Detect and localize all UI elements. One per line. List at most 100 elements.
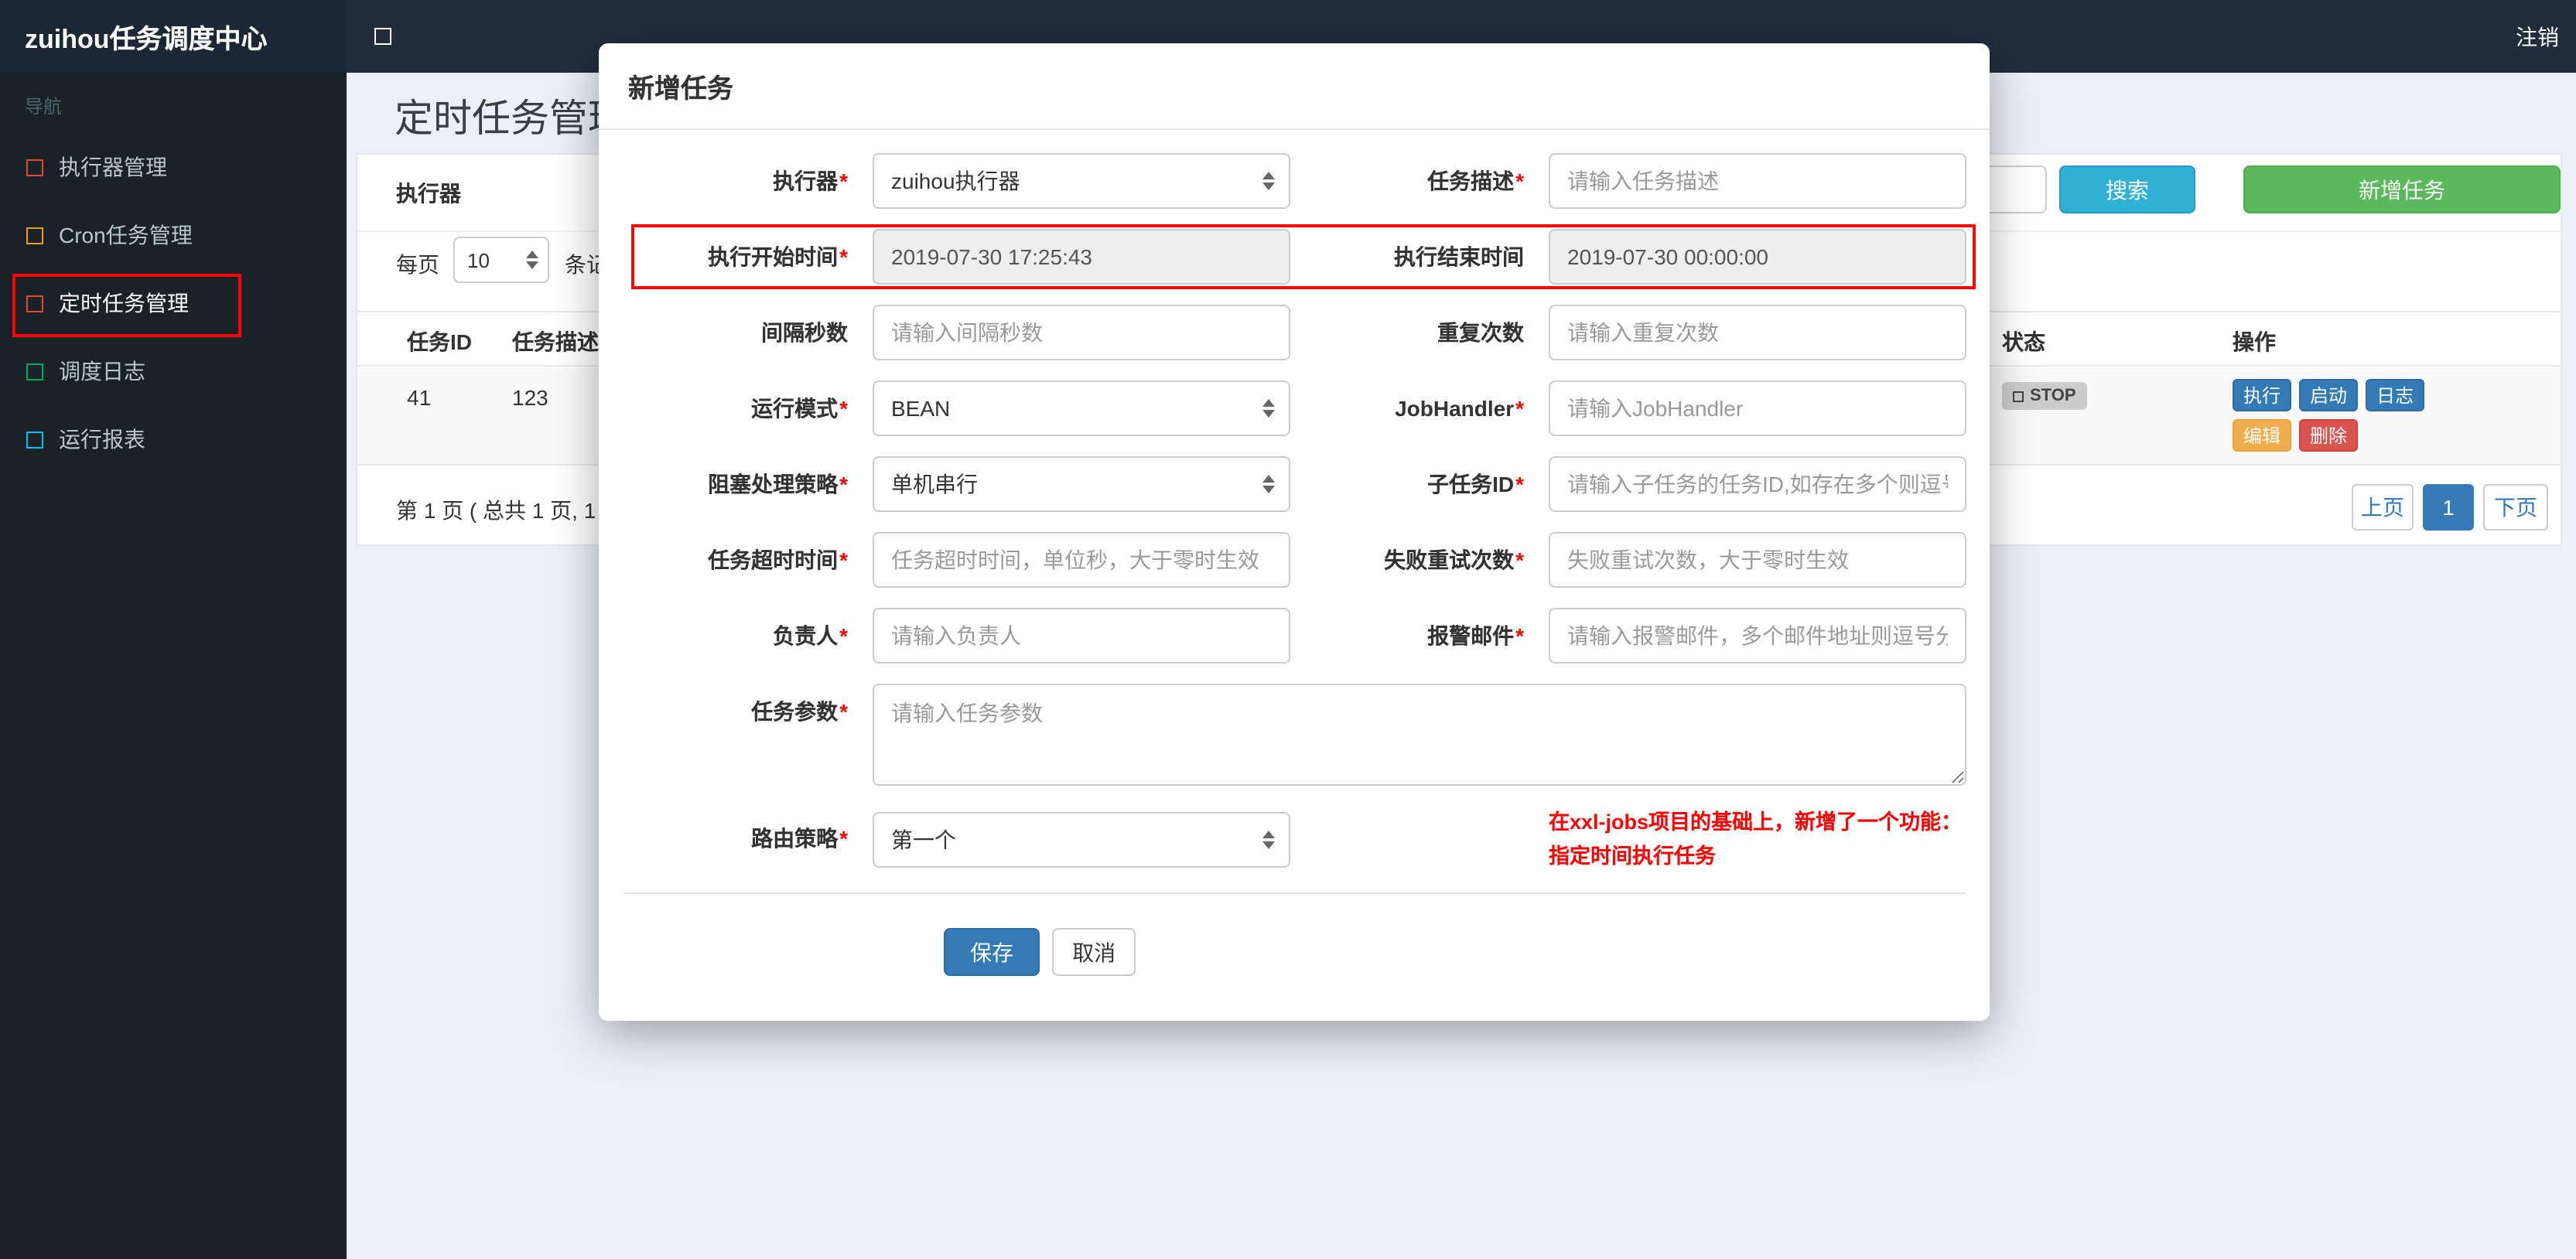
select-arrows-icon (1262, 830, 1275, 849)
route-strategy-select-value: 第一个 (891, 827, 956, 852)
block-strategy-select[interactable]: 单机串行 (873, 456, 1290, 512)
row-actions: 执行 启动 日志 编辑 删除 (2233, 379, 2425, 459)
app-brand[interactable]: zuihou任务调度中心 (0, 0, 347, 73)
square-outline-icon (26, 295, 43, 312)
job-desc-input[interactable] (1549, 153, 1966, 209)
sidebar-item-label: 定时任务管理 (59, 291, 189, 316)
sidebar-item-run-report[interactable]: 运行报表 (0, 405, 347, 473)
form-row-owner: 负责人* 报警邮件* (624, 608, 1966, 664)
status-badge: STOP (2002, 382, 2087, 410)
owner-label: 负责人 * (773, 623, 848, 648)
end-time-input[interactable] (1549, 229, 1966, 285)
modal-body: 执行器* zuihou执行器 任务描述* 执行开始时间* 执行结束时间 间隔秒数… (599, 130, 1990, 977)
log-button[interactable]: 日志 (2366, 379, 2425, 411)
select-arrows-icon (526, 251, 538, 269)
form-row-block-strategy: 阻塞处理策略 * 单机串行 子任务ID * (624, 456, 1966, 512)
add-job-modal: 新增任务 执行器* zuihou执行器 任务描述* 执行开始时间* 执行结束时间… (599, 43, 1990, 1021)
sidebar-toggle-icon (374, 28, 391, 45)
cell-job-desc: 123 (512, 385, 548, 410)
per-page-select[interactable]: 10 (453, 237, 549, 283)
select-arrows-icon (1262, 475, 1275, 493)
start-button[interactable]: 启动 (2299, 379, 2359, 411)
col-header-status: 状态 (2002, 329, 2045, 354)
select-arrows-icon (1262, 172, 1275, 190)
owner-input[interactable] (873, 608, 1290, 664)
route-strategy-label: 路由策略 * (751, 826, 848, 851)
execute-button[interactable]: 执行 (2233, 379, 2292, 411)
pagination-summary: 第 1 页 ( 总共 1 页, 1 (396, 498, 596, 523)
route-strategy-select[interactable]: 第一个 (873, 811, 1290, 868)
fail-retry-input[interactable] (1549, 532, 1966, 588)
pagination-current-page[interactable]: 1 (2423, 484, 2474, 531)
col-header-actions: 操作 (2233, 329, 2276, 354)
form-row-run-mode: 运行模式 * BEAN JobHandler * (624, 380, 1966, 436)
start-time-input[interactable] (873, 229, 1290, 285)
job-handler-label: JobHandler * (1395, 395, 1524, 421)
modal-title: 新增任务 (599, 43, 1990, 130)
sidebar-item-label: Cron任务管理 (59, 223, 193, 247)
square-outline-icon (26, 431, 43, 448)
pagination-next-button[interactable]: 下页 (2483, 484, 2548, 531)
logout-link[interactable]: 注销 (2516, 21, 2559, 52)
child-job-id-label: 子任务ID * (1427, 471, 1524, 496)
status-badge-label: STOP (2030, 387, 2076, 405)
delete-button[interactable]: 删除 (2299, 419, 2359, 452)
sidebar-item-executor-management[interactable]: 执行器管理 (0, 133, 347, 201)
executor-select[interactable]: zuihou执行器 (873, 153, 1290, 209)
timeout-input[interactable] (873, 532, 1290, 588)
square-outline-icon (26, 363, 43, 380)
interval-seconds-label: 间隔秒数 (761, 319, 848, 345)
job-handler-input[interactable] (1549, 380, 1966, 436)
alarm-email-label: 报警邮件 * (1427, 623, 1524, 648)
cell-job-id: 41 (407, 385, 432, 410)
repeat-count-label: 重复次数 (1437, 319, 1524, 345)
form-row-job-param: 任务参数 * (624, 684, 1966, 786)
square-icon (2013, 391, 2024, 401)
executor-label: 执行器 * (773, 168, 848, 193)
alarm-email-input[interactable] (1549, 608, 1966, 664)
select-arrows-icon (1262, 399, 1275, 418)
start-time-label: 执行开始时间 * (708, 244, 848, 269)
block-strategy-label: 阻塞处理策略 * (708, 471, 848, 496)
sidebar-toggle-button[interactable] (347, 0, 418, 73)
sidebar-item-cron-job-management[interactable]: Cron任务管理 (0, 201, 347, 269)
job-param-textarea[interactable] (873, 684, 1966, 786)
pagination-prev-button[interactable]: 上页 (2352, 484, 2414, 531)
sidebar-item-dispatch-log[interactable]: 调度日志 (0, 337, 347, 405)
fail-retry-label: 失败重试次数 * (1384, 547, 1524, 572)
executor-filter-label: 执行器 (396, 181, 461, 206)
form-row-executor: 执行器 * zuihou执行器 任务描述 * (624, 153, 1966, 209)
edit-button[interactable]: 编辑 (2233, 419, 2292, 452)
navbar-right: 注销 (2516, 0, 2576, 73)
block-strategy-select-value: 单机串行 (891, 472, 978, 496)
feature-note-line1: 在xxl-jobs项目的基础上，新增了一个功能： (1549, 810, 1963, 834)
timeout-label: 任务超时时间 * (708, 547, 848, 572)
square-outline-icon (26, 159, 43, 176)
job-desc-label: 任务描述 * (1427, 168, 1524, 193)
sidebar-item-scheduled-job-management[interactable]: 定时任务管理 (0, 269, 347, 337)
add-job-button[interactable]: 新增任务 (2243, 165, 2561, 213)
col-header-job-desc: 任务描述 (512, 329, 599, 354)
sidebar-section-header: 导航 (25, 96, 63, 118)
modal-footer: 保存 取消 (624, 894, 1456, 977)
interval-seconds-input[interactable] (873, 305, 1290, 360)
repeat-count-input[interactable] (1549, 305, 1966, 360)
child-job-id-input[interactable] (1549, 456, 1966, 512)
square-outline-icon (26, 227, 43, 244)
per-page-value: 10 (467, 248, 490, 271)
page-title: 定时任务管理 (395, 97, 627, 141)
feature-note-line2: 指定时间执行任务 (1549, 844, 1716, 868)
app-root: zuihou任务调度中心 注销 导航 执行器管理 Cron任务管理 定时任务管理… (0, 0, 2576, 1259)
run-mode-select-value: BEAN (891, 396, 951, 421)
search-button[interactable]: 搜索 (2059, 165, 2195, 213)
cancel-button[interactable]: 取消 (1052, 928, 1136, 977)
feature-note: 在xxl-jobs项目的基础上，新增了一个功能： 指定时间执行任务 (1549, 806, 1966, 872)
job-param-label: 任务参数 * (751, 699, 848, 724)
save-button[interactable]: 保存 (944, 928, 1040, 977)
executor-select-value: zuihou执行器 (891, 169, 1020, 193)
form-row-timeout: 任务超时时间* 失败重试次数* (624, 532, 1966, 588)
run-mode-select[interactable]: BEAN (873, 380, 1290, 436)
end-time-label: 执行结束时间 (1394, 244, 1524, 269)
form-row-interval: 间隔秒数 重复次数 (624, 305, 1966, 360)
sidebar-item-label: 执行器管理 (59, 155, 167, 179)
